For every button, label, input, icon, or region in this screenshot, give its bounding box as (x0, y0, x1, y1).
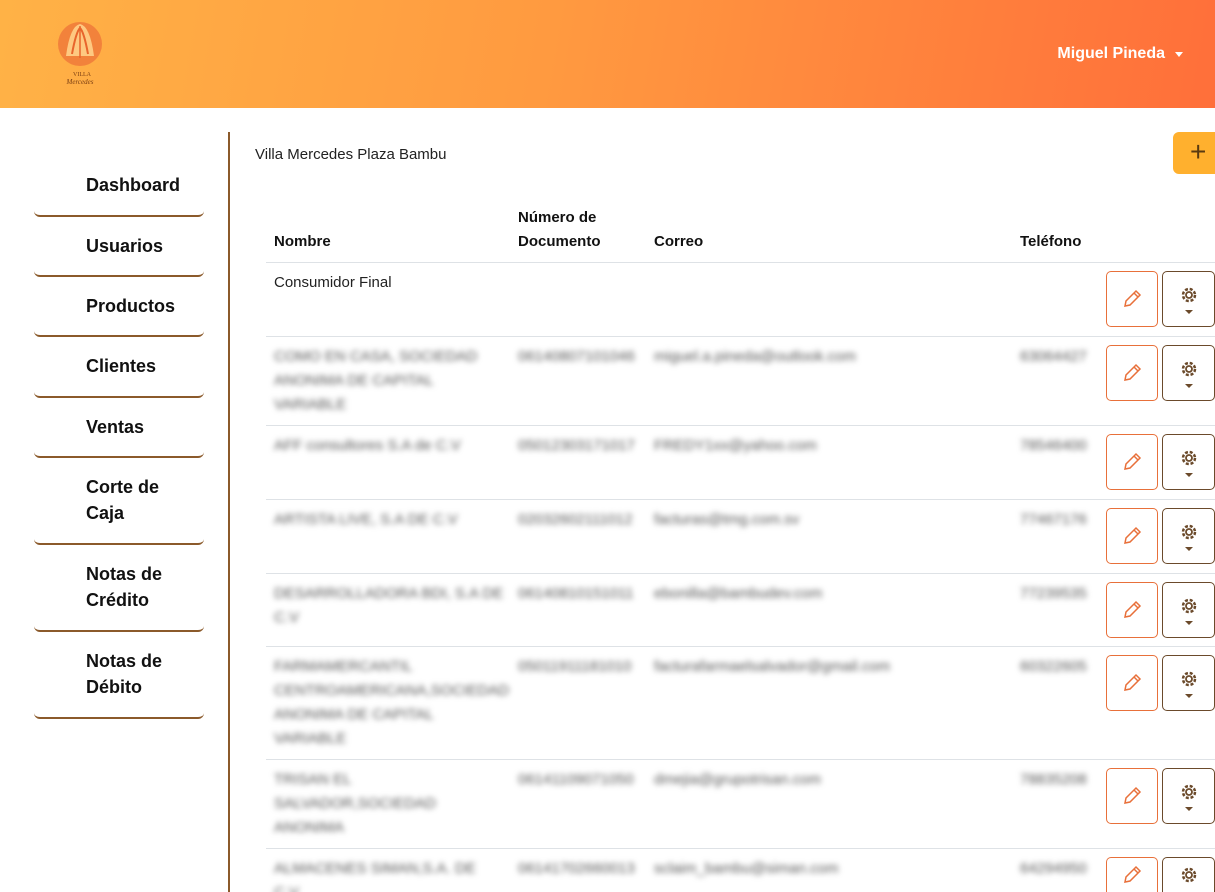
pencil-icon (1124, 600, 1142, 618)
sidebar-item-label: Corte de Caja (86, 477, 160, 523)
edit-button[interactable] (1106, 768, 1158, 824)
sidebar-item-label: Ventas (86, 417, 145, 437)
edit-button[interactable] (1106, 655, 1158, 711)
column-header-documento: Número de Documento (518, 209, 601, 250)
settings-dropdown-button[interactable] (1162, 768, 1215, 824)
settings-dropdown-button[interactable] (1162, 582, 1215, 638)
caret-down-icon (1184, 621, 1193, 625)
cell-nombre: TRISAN EL SALVADOR,SOCIEDAD ANONIMA (274, 771, 436, 836)
user-name: Miguel Pineda (1057, 45, 1165, 62)
store-name: Villa Mercedes Plaza Bambu (255, 146, 447, 163)
cell-telefono: 60322605 (1020, 658, 1087, 675)
caret-down-icon (1184, 694, 1193, 698)
sidebar-item-label: Productos (86, 296, 176, 316)
edit-button[interactable] (1106, 508, 1158, 564)
plus-icon: + (1190, 136, 1207, 167)
gear-icon (1181, 287, 1196, 303)
cell-telefono: 64294950 (1020, 860, 1087, 877)
sidebar-item-corte-de-caja[interactable]: Corte de Caja (34, 474, 204, 545)
sidebar-item-clientes[interactable]: Clientes (34, 353, 204, 398)
cell-telefono: 77239535 (1020, 585, 1087, 602)
logo-text-mercedes: Mercedes (66, 78, 94, 86)
caret-down-icon (1175, 51, 1183, 57)
settings-dropdown-button[interactable] (1162, 271, 1215, 327)
sidebar-item-label: Usuarios (86, 236, 164, 256)
sidebar-item-productos[interactable]: Productos (34, 293, 204, 337)
edit-button[interactable] (1106, 345, 1158, 401)
pencil-icon (1124, 865, 1142, 883)
user-menu-dropdown[interactable]: Miguel Pineda (1057, 45, 1183, 63)
cell-correo: ebonilla@bambudev.com (654, 585, 823, 602)
add-client-button[interactable]: + (1173, 132, 1215, 174)
cell-documento: 02032602111012 (518, 511, 633, 528)
edit-button[interactable] (1106, 271, 1158, 327)
cell-correo: facturafarmaelsalvador@gmail.com (654, 658, 891, 675)
settings-dropdown-button[interactable] (1162, 434, 1215, 490)
settings-dropdown-button[interactable] (1162, 655, 1215, 711)
pencil-icon (1124, 452, 1142, 470)
sidebar-item-notas-de-debito[interactable]: Notas de Débito (34, 648, 204, 719)
pencil-icon (1124, 786, 1142, 804)
caret-down-icon (1184, 807, 1193, 811)
sidebar-item-ventas[interactable]: Ventas (34, 414, 204, 458)
sidebar-item-usuarios[interactable]: Usuarios (34, 233, 204, 277)
edit-button[interactable] (1106, 582, 1158, 638)
villa-mercedes-logo[interactable]: VILLA Mercedes (52, 18, 108, 88)
cell-nombre: DESARROLLADORA BDI, S.A DE C.V (274, 585, 504, 626)
gear-icon (1181, 361, 1196, 377)
cell-nombre: ALMACENES SIMAN,S.A. DE C.V (274, 860, 476, 892)
cell-nombre: COMO EN CASA, SOCIEDAD ANONIMA DE CAPITA… (274, 348, 478, 413)
cell-nombre: ARTISTA LIVE, S.A DE C.V (274, 511, 458, 528)
cell-telefono: 63064427 (1020, 348, 1087, 365)
sidebar-item-label: Notas de Crédito (86, 564, 163, 610)
cell-documento: 06140807101046 (518, 348, 635, 365)
caret-down-icon (1184, 547, 1193, 551)
gear-icon (1181, 784, 1196, 800)
pencil-icon (1124, 363, 1142, 381)
edit-button[interactable] (1106, 857, 1158, 892)
gear-icon (1181, 598, 1196, 614)
sidebar-divider (228, 132, 230, 892)
cell-nombre: FARMAMERCANTIL CENTROAMERICANA,SOCIEDAD … (274, 658, 510, 747)
cell-nombre: AFF consultores S.A de C.V (274, 437, 461, 454)
cell-documento: 05012303171017 (518, 437, 635, 454)
top-header: VILLA Mercedes Miguel Pineda (0, 0, 1215, 108)
sidebar-item-notas-de-credito[interactable]: Notas de Crédito (34, 561, 204, 632)
cell-telefono: 78835208 (1020, 771, 1087, 788)
gear-icon (1181, 524, 1196, 540)
sidebar-item-dashboard[interactable]: Dashboard (34, 172, 204, 217)
settings-dropdown-button[interactable] (1162, 857, 1215, 892)
cell-documento: 06141109071050 (518, 771, 634, 788)
column-header-telefono: Teléfono (1020, 233, 1082, 250)
sidebar-item-label: Dashboard (86, 175, 181, 195)
pencil-icon (1124, 289, 1142, 307)
caret-down-icon (1184, 473, 1193, 477)
cell-telefono: 77467176 (1020, 511, 1087, 528)
sidebar-item-label: Clientes (86, 356, 157, 376)
caret-down-icon (1184, 310, 1193, 314)
cell-documento: 06140810151011 (518, 585, 634, 602)
gear-icon (1181, 450, 1196, 466)
column-header-correo: Correo (654, 233, 704, 250)
cell-correo: sclaim_bambu@siman.com (654, 860, 839, 877)
cell-correo: FREDY1xx@yahoo.com (654, 437, 817, 454)
cell-correo: dmejia@grupotrisan.com (654, 771, 821, 788)
cell-documento: 06141702660013 (518, 860, 635, 877)
pencil-icon (1124, 526, 1142, 544)
column-header-nombre: Nombre (274, 233, 331, 250)
cell-nombre: Consumidor Final (274, 274, 392, 291)
pencil-icon (1124, 673, 1142, 691)
cell-correo: miguel.a.pineda@outlook.com (654, 348, 857, 365)
cell-telefono: 78546400 (1020, 437, 1087, 454)
cell-documento: 05011911181010 (518, 658, 632, 675)
settings-dropdown-button[interactable] (1162, 508, 1215, 564)
gear-icon (1181, 671, 1196, 687)
caret-down-icon (1184, 384, 1193, 388)
cell-correo: facturas@tmg.com.sv (654, 511, 800, 528)
sidebar-item-label: Notas de Débito (86, 651, 163, 697)
gear-icon (1181, 867, 1196, 883)
edit-button[interactable] (1106, 434, 1158, 490)
settings-dropdown-button[interactable] (1162, 345, 1215, 401)
